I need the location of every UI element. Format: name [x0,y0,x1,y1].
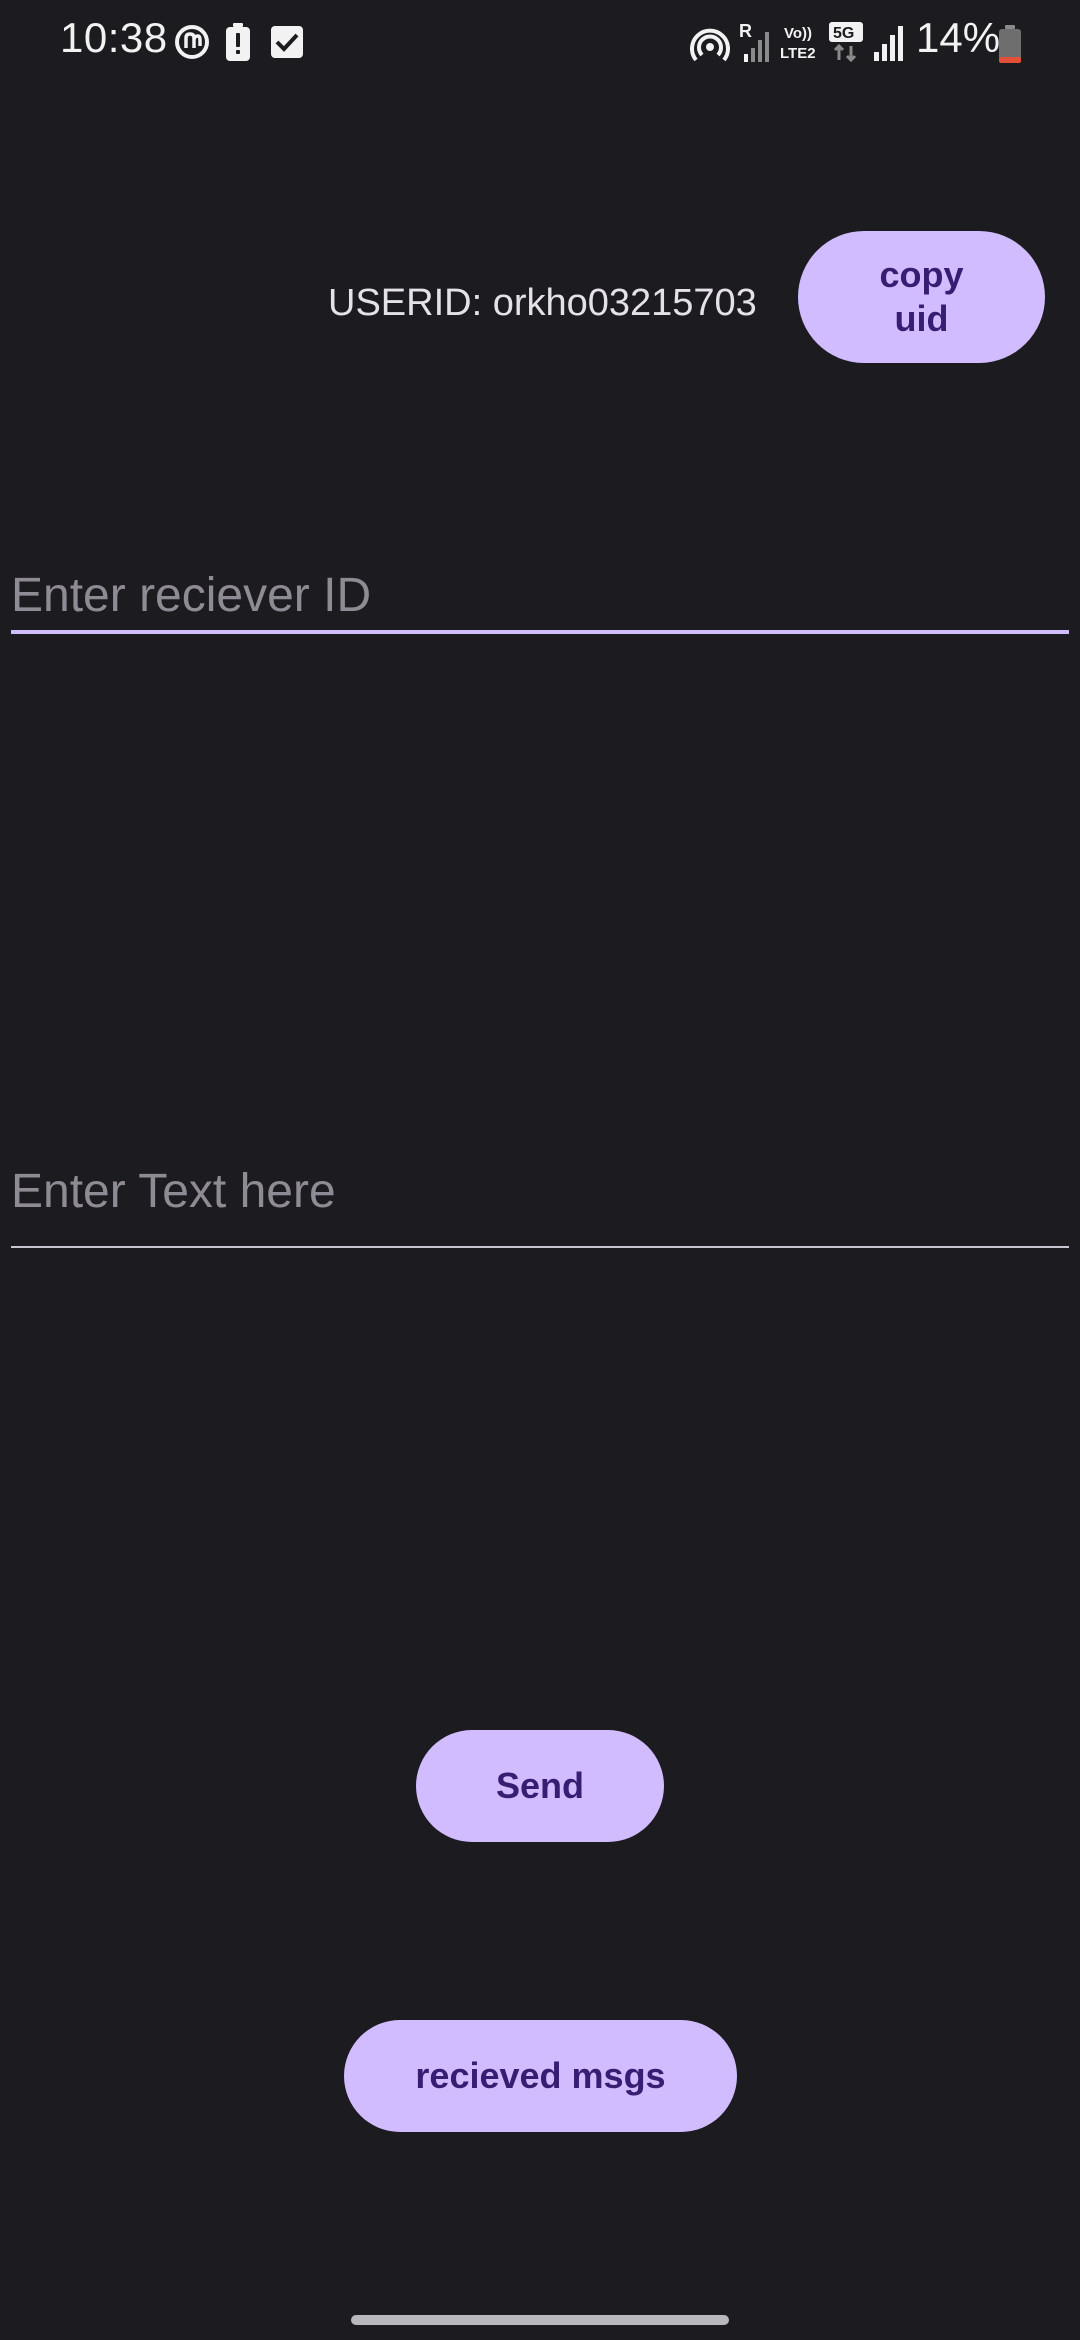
status-bar: 10:38 R Vo)) LTE2 5G 14% [0,0,1080,86]
battery-fill [999,57,1021,63]
message-input[interactable] [11,1156,1069,1226]
status-time: 10:38 [60,14,168,61]
svg-text:Vo)): Vo)) [784,25,812,42]
battery-alert-icon [224,22,252,62]
app-screen: 10:38 R Vo)) LTE2 5G 14% USERID: orkho03… [0,0,1080,2340]
svg-text:LTE2: LTE2 [780,45,816,62]
roaming-signal-icon: R [738,20,774,64]
volte-icon: Vo)) LTE2 [780,22,824,62]
gesture-navigation-bar[interactable] [351,2315,729,2325]
send-button[interactable]: Send [416,1730,664,1842]
roaming-label: R [739,21,752,41]
5g-data-icon: 5G [828,20,864,64]
copy-uid-label: copy uid [879,254,964,339]
battery-icon [998,24,1022,64]
checkbox-notification-icon [270,25,304,59]
hotspot-icon [690,24,730,64]
battery-percent: 14% [916,14,1001,61]
message-underline [11,1246,1069,1248]
sync-app-icon [172,22,212,62]
network-label: 5G [833,25,854,42]
message-field-container [11,1156,1069,1248]
received-messages-button[interactable]: recieved msgs [344,2020,737,2132]
receiver-id-underline [11,630,1069,634]
copy-uid-button[interactable]: copy uid [798,231,1045,363]
receiver-id-input[interactable] [11,560,1069,630]
userid-label: USERID: orkho03215703 [328,282,757,324]
receiver-id-field-container [11,560,1069,634]
signal-icon [872,24,906,62]
